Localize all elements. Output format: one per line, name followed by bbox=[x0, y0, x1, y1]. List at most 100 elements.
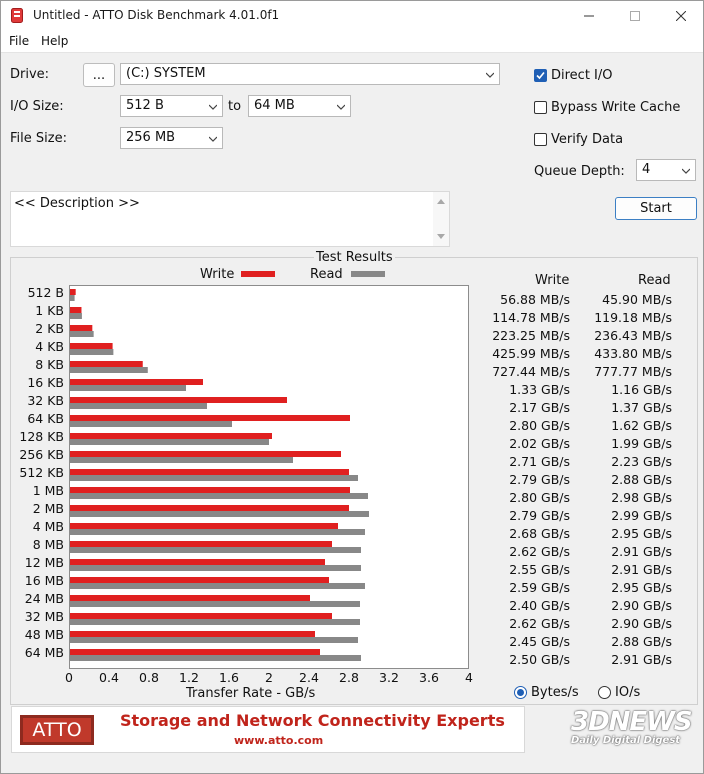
write-bar bbox=[70, 541, 332, 547]
write-column-header: Write bbox=[535, 273, 570, 288]
write-bar bbox=[70, 325, 93, 331]
write-value: 2.68 GB/s bbox=[509, 526, 570, 541]
x-tick-label: 0.4 bbox=[99, 670, 119, 685]
read-bar bbox=[70, 457, 293, 463]
write-value: 727.44 MB/s bbox=[492, 364, 570, 379]
write-bar bbox=[70, 469, 349, 475]
verify-data-checkbox[interactable] bbox=[534, 133, 547, 146]
description-text: << Description >> bbox=[14, 196, 140, 211]
read-value: 2.90 GB/s bbox=[611, 598, 672, 613]
write-bar bbox=[70, 595, 310, 601]
atto-logo: ATTO bbox=[20, 715, 94, 745]
write-value: 2.80 GB/s bbox=[509, 418, 570, 433]
drive-browse-button[interactable]: ... bbox=[83, 63, 115, 87]
file-size-select[interactable]: 256 MB bbox=[120, 127, 223, 149]
queue-depth-select[interactable]: 4 bbox=[636, 159, 696, 181]
io-size-to-select[interactable]: 64 MB bbox=[248, 95, 351, 117]
write-bar bbox=[70, 577, 329, 583]
write-value: 2.40 GB/s bbox=[509, 598, 570, 613]
x-tick-label: 0.8 bbox=[139, 670, 159, 685]
scroll-down-icon bbox=[437, 234, 445, 239]
read-column-header: Read bbox=[638, 273, 671, 288]
row-label: 16 MB bbox=[24, 573, 64, 588]
io-size-label: I/O Size: bbox=[10, 99, 64, 114]
read-bar bbox=[70, 295, 75, 301]
verify-data-label[interactable]: Verify Data bbox=[551, 132, 623, 147]
minimize-icon bbox=[584, 15, 594, 17]
io-size-from-select[interactable]: 512 B bbox=[120, 95, 223, 117]
description-box[interactable]: << Description >> bbox=[10, 191, 450, 247]
write-value: 2.62 GB/s bbox=[509, 616, 570, 631]
chevron-down-icon bbox=[209, 136, 217, 142]
x-tick-label: 3.2 bbox=[379, 670, 399, 685]
start-button[interactable]: Start bbox=[615, 197, 697, 220]
read-value: 1.37 GB/s bbox=[611, 400, 672, 415]
legend-write-swatch bbox=[241, 271, 275, 277]
read-bar bbox=[70, 565, 361, 571]
read-value: 777.77 MB/s bbox=[594, 364, 672, 379]
row-label: 32 KB bbox=[27, 393, 64, 408]
3dnews-watermark: 3DNEWS Daily Digital Digest bbox=[565, 707, 697, 751]
read-value: 2.95 GB/s bbox=[611, 526, 672, 541]
write-bar bbox=[70, 379, 203, 385]
plot-area bbox=[69, 285, 469, 669]
bytes-per-sec-label[interactable]: Bytes/s bbox=[531, 685, 579, 700]
queue-depth-value: 4 bbox=[642, 162, 651, 177]
write-value: 2.02 GB/s bbox=[509, 436, 570, 451]
read-bar bbox=[70, 493, 368, 499]
row-label: 64 KB bbox=[27, 411, 64, 426]
read-value: 2.23 GB/s bbox=[611, 454, 672, 469]
write-bar bbox=[70, 433, 272, 439]
bytes-per-sec-radio[interactable] bbox=[514, 686, 527, 699]
legend-read-label: Read bbox=[310, 267, 343, 282]
read-bar bbox=[70, 475, 358, 481]
read-bar bbox=[70, 403, 207, 409]
write-bar bbox=[70, 649, 320, 655]
maximize-button[interactable] bbox=[612, 1, 658, 31]
menu-help[interactable]: Help bbox=[41, 34, 68, 48]
bypass-write-cache-checkbox[interactable] bbox=[534, 101, 547, 114]
row-label: 512 B bbox=[27, 285, 64, 300]
watermark-brand: 3DNEWS bbox=[571, 707, 693, 737]
read-value: 2.88 GB/s bbox=[611, 634, 672, 649]
read-bar bbox=[70, 529, 365, 535]
minimize-button[interactable] bbox=[566, 1, 612, 31]
chevron-down-icon bbox=[209, 104, 217, 110]
bypass-write-cache-label[interactable]: Bypass Write Cache bbox=[551, 100, 680, 115]
io-per-sec-radio[interactable] bbox=[598, 686, 611, 699]
atto-banner[interactable]: ATTO Storage and Network Connectivity Ex… bbox=[11, 706, 525, 753]
results-title: Test Results bbox=[314, 250, 395, 265]
description-scrollbar[interactable] bbox=[433, 192, 449, 246]
file-size-label: File Size: bbox=[10, 131, 67, 146]
direct-io-checkbox[interactable] bbox=[534, 69, 547, 82]
watermark-tagline: Daily Digital Digest bbox=[571, 735, 681, 746]
read-bar bbox=[70, 331, 94, 337]
menu-file[interactable]: File bbox=[9, 34, 29, 48]
direct-io-label[interactable]: Direct I/O bbox=[551, 68, 613, 83]
row-label: 128 KB bbox=[19, 429, 64, 444]
io-per-sec-label[interactable]: IO/s bbox=[615, 685, 640, 700]
read-bar bbox=[70, 547, 361, 553]
write-bar bbox=[70, 631, 315, 637]
write-value: 2.80 GB/s bbox=[509, 490, 570, 505]
read-bar bbox=[70, 619, 360, 625]
window-title: Untitled - ATTO Disk Benchmark 4.01.0f1 bbox=[33, 8, 280, 22]
row-label: 32 MB bbox=[24, 609, 64, 624]
drive-value: (C:) SYSTEM bbox=[126, 66, 206, 81]
banner-url[interactable]: www.atto.com bbox=[234, 734, 323, 747]
write-value: 2.79 GB/s bbox=[509, 508, 570, 523]
menu-bar: File Help bbox=[1, 31, 703, 53]
title-bar: Untitled - ATTO Disk Benchmark 4.01.0f1 bbox=[1, 1, 703, 31]
write-value: 2.45 GB/s bbox=[509, 634, 570, 649]
write-bar bbox=[70, 343, 113, 349]
bar-chart bbox=[70, 289, 369, 661]
legend-write-label: Write bbox=[200, 267, 235, 282]
read-value: 2.98 GB/s bbox=[611, 490, 672, 505]
close-button[interactable] bbox=[658, 1, 704, 31]
scroll-up-icon bbox=[437, 199, 445, 204]
row-label: 8 MB bbox=[32, 537, 64, 552]
row-label: 2 MB bbox=[32, 501, 64, 516]
read-bar bbox=[70, 637, 358, 643]
chevron-down-icon bbox=[337, 104, 345, 110]
drive-select[interactable]: (C:) SYSTEM bbox=[120, 63, 500, 85]
